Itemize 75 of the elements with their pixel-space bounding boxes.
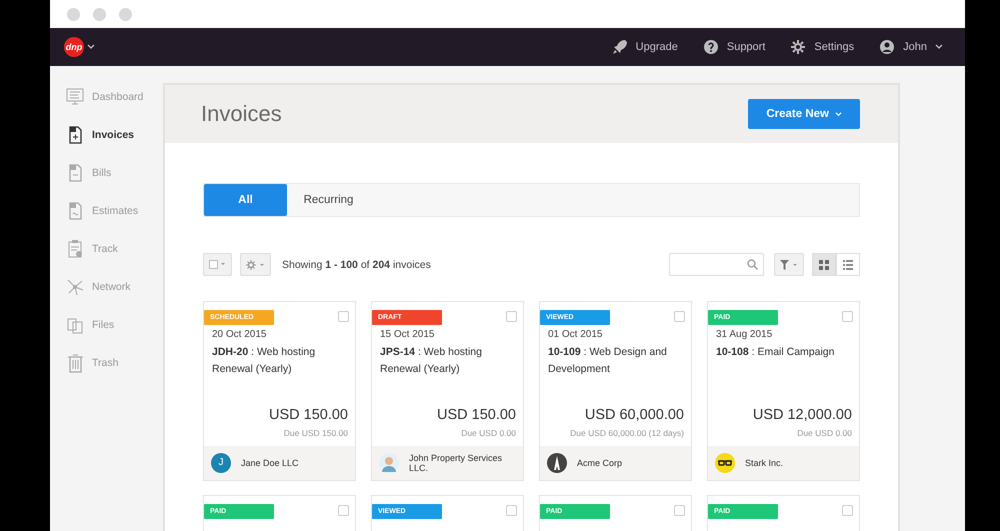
checkbox[interactable] <box>338 505 349 516</box>
window-control-button[interactable] <box>119 8 132 20</box>
amount-due: Due USD 150.00 <box>282 428 348 438</box>
gear-caret-icon <box>246 260 265 270</box>
monitor-icon <box>65 87 85 107</box>
client-name: Jane Doe LLC <box>241 458 300 468</box>
amount-due: Due USD 0.00 <box>460 428 516 438</box>
grid-icon <box>819 260 829 270</box>
actions-dropdown[interactable] <box>240 253 271 276</box>
nav-link[interactable]: Settings <box>790 39 854 55</box>
settings-icon <box>790 39 806 55</box>
tab[interactable]: All <box>204 184 287 216</box>
invoice-title: 10-108 : Email Campaign <box>716 345 836 360</box>
sidebar-item[interactable]: Bills <box>50 154 163 192</box>
invoice-amount: USD 150.00 <box>268 407 348 423</box>
sidebar-item[interactable]: Files <box>50 306 163 344</box>
person-avatar <box>379 453 399 473</box>
amount-due: Due USD 60,000.00 (12 days) <box>569 428 684 438</box>
search-icon <box>747 259 758 270</box>
checkbox[interactable] <box>506 505 517 516</box>
sidebar-item[interactable]: Network <box>50 268 163 306</box>
window-control-button[interactable] <box>93 8 106 20</box>
filter-dropdown[interactable] <box>774 253 804 276</box>
page-title: Invoices <box>201 101 282 127</box>
select-dropdown[interactable] <box>203 253 232 276</box>
checkbox[interactable] <box>674 505 685 516</box>
invoice-date: 01 Oct 2015 <box>548 329 604 340</box>
checkbox[interactable] <box>338 311 349 322</box>
nav-link[interactable]: Support <box>702 39 766 55</box>
caret-icon[interactable] <box>87 44 95 50</box>
trash-icon <box>65 353 85 373</box>
list-view-button[interactable] <box>836 253 860 276</box>
help-icon <box>702 39 719 55</box>
client-name: John Property Services LLC. <box>409 453 504 473</box>
caret-icon <box>935 44 943 50</box>
nav-link[interactable]: Upgrade <box>612 39 678 55</box>
caret-icon <box>835 112 842 116</box>
app-logo[interactable]: dnp <box>64 37 84 57</box>
invoice-date: 15 Oct 2015 <box>380 329 436 340</box>
invoice-amount: USD 12,000.00 <box>752 407 852 423</box>
sidebar-item[interactable]: Dashboard <box>50 78 163 116</box>
checkbox[interactable] <box>842 311 853 322</box>
checkbox-caret-icon <box>209 260 226 269</box>
client-name: Acme Corp <box>577 458 624 468</box>
create-new-button[interactable]: Create New <box>748 99 860 129</box>
checkbox[interactable] <box>674 311 685 322</box>
invoice-date: 31 Aug 2015 <box>716 329 774 340</box>
amount-due: Due USD 0.00 <box>796 428 852 438</box>
invoice-title: JDH-20 : Web hosting Renewal (Yearly) <box>212 345 316 377</box>
invoice-title: JPS-14 : Web hosting Renewal (Yearly) <box>380 345 483 377</box>
user-icon <box>879 39 896 55</box>
initial-avatar: J <box>211 453 231 473</box>
list-icon <box>843 260 853 270</box>
glasses-avatar <box>715 453 735 473</box>
sidebar-item[interactable]: Invoices <box>50 116 163 154</box>
sidebar-item[interactable]: Track <box>50 230 163 268</box>
tab[interactable]: Recurring <box>287 184 370 216</box>
client-name: Stark Inc. <box>745 458 784 468</box>
search-field[interactable] <box>669 253 764 276</box>
filter-icon <box>780 260 798 270</box>
rocket-icon <box>612 39 628 55</box>
invoice-amount: USD 150.00 <box>436 407 516 423</box>
sidebar-item[interactable]: Estimates <box>50 192 163 230</box>
invoice-date: 20 Oct 2015 <box>212 329 268 340</box>
network-icon <box>65 277 85 297</box>
nav-link[interactable]: John <box>879 39 943 55</box>
invoice-amount: USD 60,000.00 <box>584 407 684 423</box>
checkbox[interactable] <box>842 505 853 516</box>
checkbox[interactable] <box>506 311 517 322</box>
tower-logo-icon <box>547 453 567 473</box>
invoice-title: 10-109 : Web Design and Development <box>548 345 668 377</box>
window-control-button[interactable] <box>67 8 80 20</box>
grid-view-button[interactable] <box>812 253 836 276</box>
results-summary: Showing 1 - 100 of 204 invoices <box>282 258 431 270</box>
sidebar-item[interactable]: Trash <box>50 344 163 382</box>
